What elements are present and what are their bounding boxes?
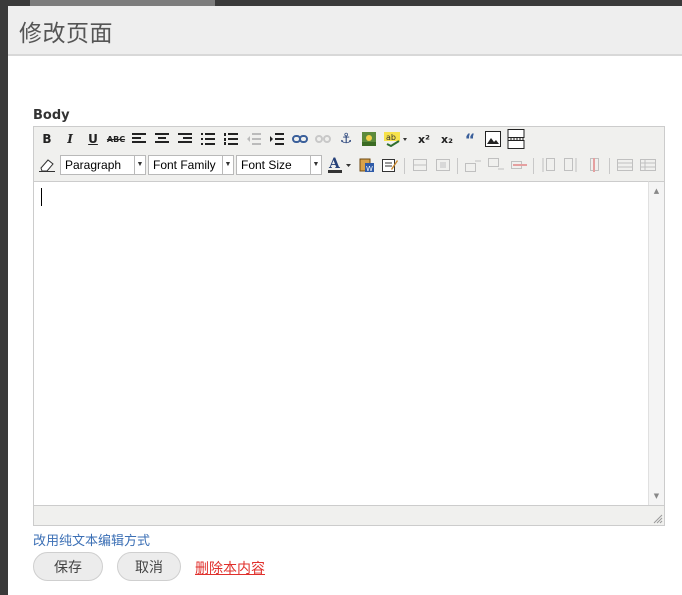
link-icon[interactable] [290, 129, 310, 149]
scroll-up-icon[interactable]: ▲ [649, 184, 664, 198]
delete-row-icon[interactable] [509, 155, 529, 175]
font-size-select[interactable]: Font Size ▼ [236, 155, 322, 175]
edit-source-icon[interactable] [380, 155, 400, 175]
insert-row-before-icon[interactable] [463, 155, 483, 175]
underline-icon[interactable]: U [83, 129, 103, 149]
italic-icon[interactable]: I [60, 129, 80, 149]
align-left-icon[interactable] [129, 129, 149, 149]
svg-text:W: W [366, 165, 373, 173]
image-icon[interactable] [359, 129, 379, 149]
outdent-icon[interactable] [244, 129, 264, 149]
editor-toolbar-row-1: B I U ABC ⚓ ab x² x₂ “ [34, 128, 664, 152]
align-center-icon[interactable] [152, 129, 172, 149]
blockquote-icon[interactable]: “ [460, 129, 480, 149]
paste-word-icon[interactable]: W [357, 155, 377, 175]
dialog-header: 修改页面 [8, 6, 682, 56]
dialog-title: 修改页面 [19, 21, 113, 47]
svg-text:ab: ab [386, 133, 396, 142]
insert-image-icon[interactable] [483, 129, 503, 149]
table-cell-icon[interactable] [433, 155, 453, 175]
svg-text:A: A [328, 156, 341, 172]
font-family-select-value: Font Family [153, 158, 216, 172]
toolbar-separator [404, 158, 405, 174]
format-select-value: Paragraph [65, 158, 122, 172]
eraser-icon[interactable] [37, 155, 57, 175]
merge-cells-icon[interactable] [615, 155, 635, 175]
text-color-icon[interactable]: A [326, 155, 354, 175]
text-caret [41, 188, 42, 206]
bullet-list-icon[interactable] [198, 129, 218, 149]
split-cells-icon[interactable] [638, 155, 658, 175]
bold-icon[interactable]: B [37, 129, 57, 149]
font-family-select[interactable]: Font Family ▼ [148, 155, 234, 175]
font-size-select-value: Font Size [241, 158, 292, 172]
toolbar-separator [609, 158, 610, 174]
toolbar-separator [533, 158, 534, 174]
resize-handle-icon[interactable] [651, 512, 663, 524]
editor-toolbar-row-2: Paragraph ▼ Font Family ▼ Font Size ▼ A … [34, 154, 664, 178]
superscript-icon[interactable]: x² [414, 129, 434, 149]
table-icon[interactable] [410, 155, 430, 175]
save-button[interactable]: 保存 [33, 552, 103, 581]
editor-scrollbar[interactable]: ▲ ▼ [648, 181, 664, 505]
insert-column-before-icon[interactable] [539, 155, 559, 175]
anchor-icon[interactable]: ⚓ [336, 129, 356, 149]
indent-icon[interactable] [267, 129, 287, 149]
align-right-icon[interactable] [175, 129, 195, 149]
scroll-down-icon[interactable]: ▼ [649, 489, 664, 503]
editor-content-area[interactable] [34, 181, 648, 505]
spellcheck-icon[interactable]: ab [382, 129, 410, 149]
chevron-down-icon: ▼ [222, 156, 233, 174]
chevron-down-icon: ▼ [310, 156, 321, 174]
delete-content-link[interactable]: 删除本内容 [195, 558, 265, 578]
unlink-icon[interactable] [313, 129, 333, 149]
insert-row-after-icon[interactable] [486, 155, 506, 175]
editor-statusbar [34, 505, 664, 525]
strikethrough-icon[interactable]: ABC [106, 129, 126, 149]
subscript-icon[interactable]: x₂ [437, 129, 457, 149]
format-select[interactable]: Paragraph ▼ [60, 155, 146, 175]
numbered-list-icon[interactable] [221, 129, 241, 149]
toolbar-separator [457, 158, 458, 174]
rich-text-editor: B I U ABC ⚓ ab x² x₂ “ Paragraph ▼ Font … [33, 126, 665, 526]
insert-column-after-icon[interactable] [562, 155, 582, 175]
chevron-down-icon: ▼ [134, 156, 145, 174]
plain-text-mode-link[interactable]: 改用纯文本编辑方式 [33, 530, 150, 549]
backdrop-left [0, 0, 8, 595]
page-break-icon[interactable] [506, 129, 526, 149]
body-label: Body [33, 108, 70, 123]
cancel-button[interactable]: 取消 [117, 552, 181, 581]
delete-column-icon[interactable] [585, 155, 605, 175]
